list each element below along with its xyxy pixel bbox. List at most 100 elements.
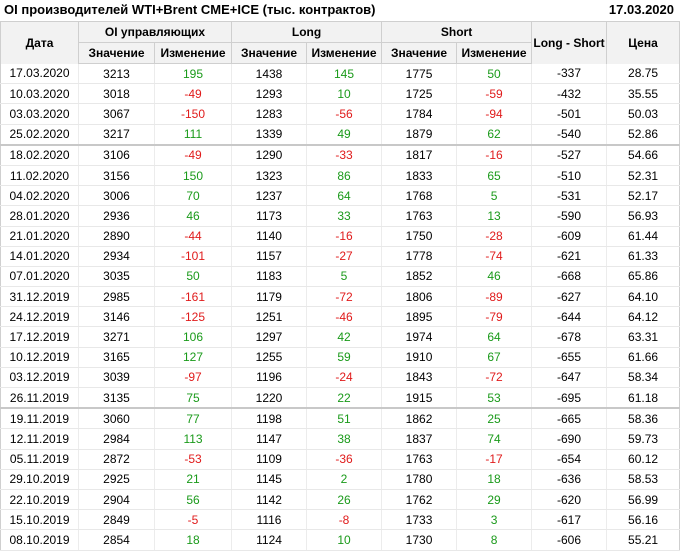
cell-oi-value: 3060 <box>78 407 155 430</box>
cell-oi-change: -97 <box>153 367 232 389</box>
col-header-price: Цена <box>606 21 680 64</box>
cell-long-value: 1220 <box>231 387 307 409</box>
cell-short-change: 74 <box>456 428 532 450</box>
subheader-long-change: Изменение <box>306 42 383 64</box>
cell-long-short: -590 <box>531 205 607 227</box>
cell-price: 60.12 <box>606 449 680 470</box>
cell-price: 52.17 <box>606 185 680 207</box>
cell-date: 12.11.2019 <box>0 428 79 450</box>
group-header-long: Long <box>231 21 383 43</box>
cell-oi-change: 18 <box>153 529 232 551</box>
table-row: 24.12.2019 3146 -125 1251 -46 1895 -79 -644 64.1… <box>0 306 680 328</box>
cell-long-change: 38 <box>306 428 382 450</box>
cell-long-value: 1339 <box>231 124 307 146</box>
cell-oi-value: 3106 <box>78 143 155 166</box>
cell-long-change: -56 <box>306 103 382 125</box>
cell-price: 58.53 <box>606 469 680 490</box>
cell-short-change: 62 <box>456 124 532 146</box>
cell-oi-value: 2904 <box>78 489 155 511</box>
cell-oi-change: 150 <box>153 165 232 187</box>
cell-oi-change: 56 <box>153 489 232 511</box>
cell-short-value: 1780 <box>381 469 457 490</box>
cell-oi-value: 2890 <box>78 226 155 247</box>
cell-price: 28.75 <box>606 63 680 85</box>
cell-oi-value: 2936 <box>78 205 155 227</box>
group-header-oi: OI управляющих <box>77 21 233 43</box>
cell-long-value: 1157 <box>231 246 307 267</box>
cell-long-value: 1255 <box>231 347 307 368</box>
title-bar: OI производителей WTI+Brent CME+ICE (тыс… <box>0 0 680 21</box>
cell-price: 58.36 <box>606 407 680 430</box>
table-row: 14.01.2020 2934 -101 1157 -27 1778 -74 -621 61.3… <box>0 246 680 267</box>
cell-long-short: -617 <box>531 509 607 531</box>
cell-long-change: -16 <box>306 226 382 247</box>
cell-oi-change: -53 <box>153 449 232 470</box>
cell-short-change: 13 <box>456 205 532 227</box>
cell-long-change: -46 <box>306 306 382 328</box>
cell-short-value: 1784 <box>381 103 457 125</box>
table-row: 04.02.2020 3006 70 1237 64 1768 5 -531 52.17 <box>0 185 680 207</box>
cell-long-value: 1283 <box>231 103 307 125</box>
cell-long-short: -647 <box>531 367 607 389</box>
cell-oi-change: -150 <box>153 103 232 125</box>
cell-short-value: 1725 <box>381 83 457 105</box>
cell-date: 18.02.2020 <box>0 143 79 166</box>
cell-short-value: 1843 <box>381 367 457 389</box>
cell-date: 11.02.2020 <box>0 165 79 187</box>
cell-short-change: -72 <box>456 367 532 389</box>
cell-short-change: 46 <box>456 266 532 288</box>
cell-long-short: -609 <box>531 226 607 247</box>
cell-date: 15.10.2019 <box>0 509 79 531</box>
cell-short-value: 1806 <box>381 286 457 308</box>
cell-long-value: 1297 <box>231 326 307 348</box>
cell-long-short: -432 <box>531 83 607 105</box>
cell-oi-change: 70 <box>153 185 232 207</box>
cell-price: 63.31 <box>606 326 680 348</box>
cell-long-value: 1124 <box>231 529 307 551</box>
cell-short-change: 3 <box>456 509 532 531</box>
cell-short-value: 1974 <box>381 326 457 348</box>
cell-long-change: -36 <box>306 449 382 470</box>
cell-long-change: 42 <box>306 326 382 348</box>
cell-long-short: -606 <box>531 529 607 551</box>
table-row: 19.11.2019 3060 77 1198 51 1862 25 -665 58.36 <box>0 407 680 430</box>
cell-long-value: 1293 <box>231 83 307 105</box>
cell-long-value: 1438 <box>231 63 307 85</box>
cell-long-short: -501 <box>531 103 607 125</box>
cell-long-short: -540 <box>531 124 607 146</box>
cell-oi-value: 2872 <box>78 449 155 470</box>
cell-oi-value: 2985 <box>78 286 155 308</box>
cell-long-value: 1142 <box>231 489 307 511</box>
cell-short-value: 1852 <box>381 266 457 288</box>
cell-long-value: 1183 <box>231 266 307 288</box>
oi-table: Дата OI управляющих Long Short Long - Sh… <box>0 21 680 551</box>
cell-long-short: -337 <box>531 63 607 85</box>
cell-oi-value: 3018 <box>78 83 155 105</box>
cell-long-change: 33 <box>306 205 382 227</box>
table-row: 10.03.2020 3018 -49 1293 10 1725 -59 -432 35.55 <box>0 83 680 105</box>
cell-short-change: -17 <box>456 449 532 470</box>
cell-price: 61.66 <box>606 347 680 368</box>
table-row: 10.12.2019 3165 127 1255 59 1910 67 -655 61.66 <box>0 347 680 368</box>
cell-short-value: 1775 <box>381 63 457 85</box>
cell-short-value: 1837 <box>381 428 457 450</box>
cell-oi-change: 127 <box>153 347 232 368</box>
header-row-groups: Дата OI управляющих Long Short Long - Sh… <box>0 21 680 64</box>
table-row: 08.10.2019 2854 18 1124 10 1730 8 -606 55.21 <box>0 529 680 551</box>
page-title: OI производителей WTI+Brent CME+ICE (тыс… <box>4 2 376 17</box>
cell-short-change: 25 <box>456 407 532 430</box>
cell-oi-value: 3039 <box>78 367 155 389</box>
cell-short-value: 1895 <box>381 306 457 328</box>
cell-short-value: 1915 <box>381 387 457 409</box>
table-row: 15.10.2019 2849 -5 1116 -8 1733 3 -617 56.16 <box>0 509 680 531</box>
group-header-short: Short <box>381 21 533 43</box>
cell-long-value: 1196 <box>231 367 307 389</box>
cell-price: 52.86 <box>606 124 680 146</box>
cell-long-value: 1140 <box>231 226 307 247</box>
cell-price: 59.73 <box>606 428 680 450</box>
cell-long-change: 26 <box>306 489 382 511</box>
table-row: 03.12.2019 3039 -97 1196 -24 1843 -72 -647 58.34 <box>0 367 680 389</box>
cell-date: 04.02.2020 <box>0 185 79 207</box>
cell-short-change: 18 <box>456 469 532 490</box>
cell-date: 31.12.2019 <box>0 286 79 308</box>
